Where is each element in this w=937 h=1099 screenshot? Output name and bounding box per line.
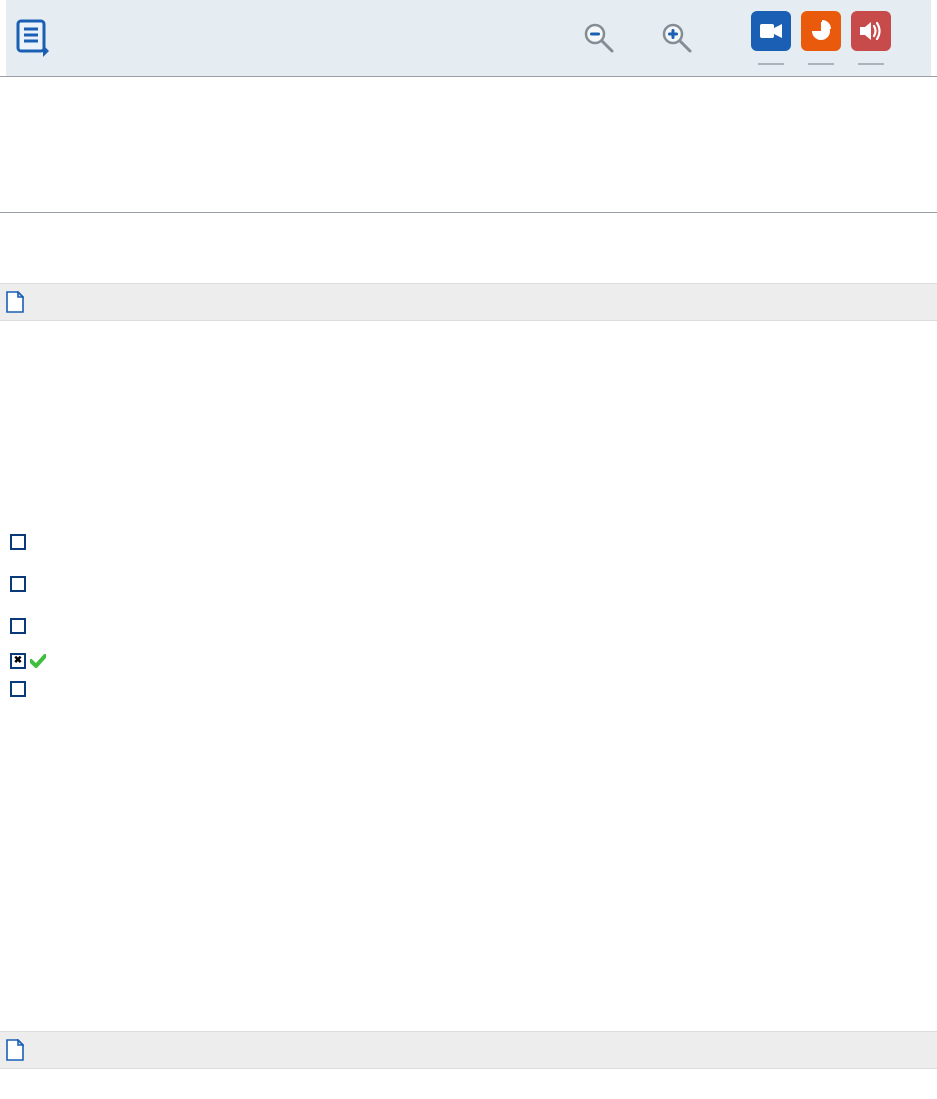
section-header-1 <box>0 283 937 321</box>
spacer <box>0 703 937 1031</box>
question-area <box>0 321 937 521</box>
answer-checkbox-5[interactable] <box>10 681 26 697</box>
media-buttons <box>751 11 891 65</box>
page-icon <box>6 291 24 313</box>
audio-icon <box>859 20 883 42</box>
zoom-out-button[interactable] <box>583 22 615 54</box>
audio-button-wrap <box>851 11 891 65</box>
answer-option-1[interactable] <box>10 521 937 563</box>
video-icon <box>760 23 782 39</box>
blank-band-2 <box>0 213 937 283</box>
section-header-2 <box>0 1031 937 1069</box>
answer-option-4[interactable] <box>10 647 937 675</box>
video-button-wrap <box>751 11 791 65</box>
answer-option-3[interactable] <box>10 605 937 647</box>
answer-list <box>0 521 937 703</box>
answer-checkbox-1[interactable] <box>10 534 26 550</box>
list-document-icon[interactable] <box>16 19 50 57</box>
zoom-out-icon <box>583 22 615 54</box>
zoom-controls <box>583 22 693 54</box>
presentation-icon <box>809 19 833 43</box>
correct-check-icon <box>30 654 46 668</box>
audio-underline <box>858 63 884 65</box>
zoom-in-icon <box>661 22 693 54</box>
blank-band-1 <box>0 77 937 212</box>
presentation-button-wrap <box>801 11 841 65</box>
answer-option-5[interactable] <box>10 675 937 703</box>
video-underline <box>758 63 784 65</box>
page-icon <box>6 1039 24 1061</box>
answer-checkbox-3[interactable] <box>10 618 26 634</box>
toolbar-left <box>16 19 50 57</box>
presentation-button[interactable] <box>801 11 841 51</box>
toolbar <box>6 0 931 76</box>
presentation-underline <box>808 63 834 65</box>
toolbar-right <box>583 11 891 65</box>
answer-option-2[interactable] <box>10 563 937 605</box>
audio-button[interactable] <box>851 11 891 51</box>
video-button[interactable] <box>751 11 791 51</box>
zoom-in-button[interactable] <box>661 22 693 54</box>
answer-checkbox-4[interactable] <box>10 653 26 669</box>
answer-checkbox-2[interactable] <box>10 576 26 592</box>
